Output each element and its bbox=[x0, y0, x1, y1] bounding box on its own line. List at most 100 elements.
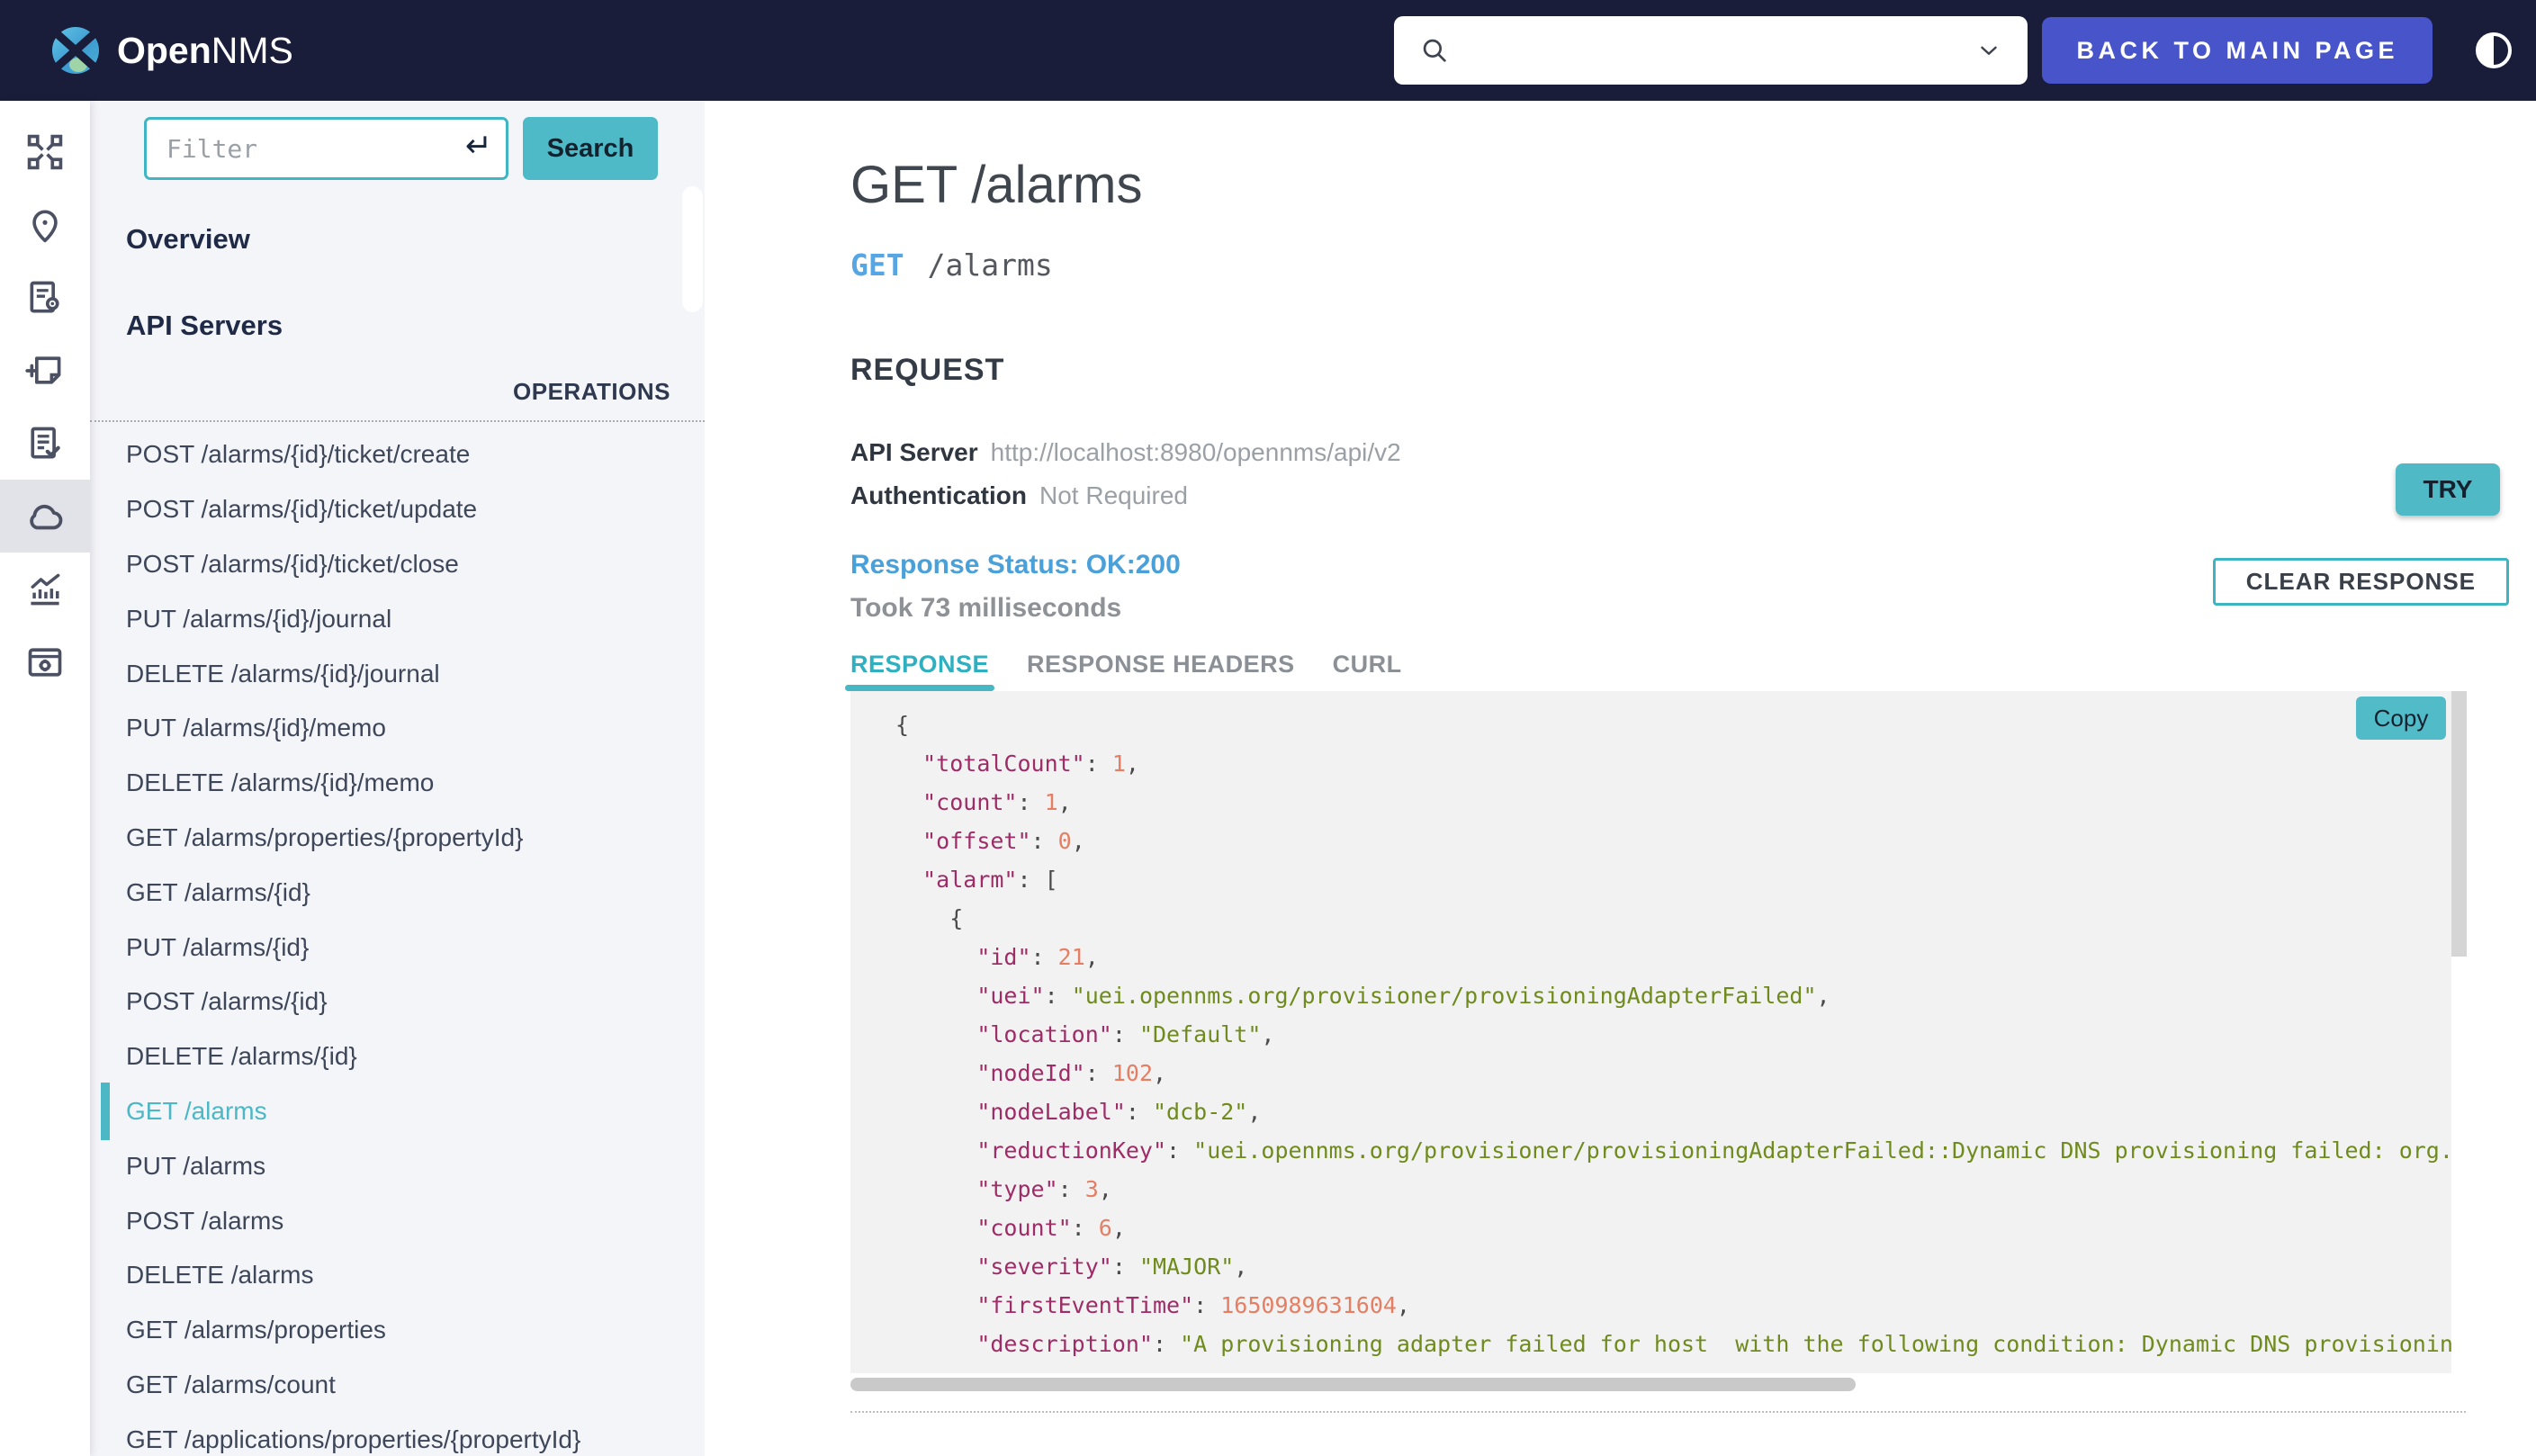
filter-row: ↵ Search bbox=[144, 117, 705, 180]
search-icon bbox=[1419, 35, 1450, 66]
brand-text-nms: NMS bbox=[211, 29, 293, 71]
operation-item[interactable]: POST /alarms/{id}/ticket/update bbox=[90, 482, 705, 537]
api-server-row: API Server http://localhost:8980/opennms/… bbox=[850, 438, 2536, 467]
bottom-divider bbox=[850, 1411, 2466, 1413]
operation-label: POST /alarms/{id}/ticket/create bbox=[126, 440, 471, 469]
operation-label: DELETE /alarms/{id} bbox=[126, 1042, 357, 1071]
code-line: "id": 21, bbox=[976, 944, 1099, 970]
operation-item[interactable]: PUT /alarms/{id}/memo bbox=[90, 701, 705, 756]
sidebar-item-cloud-api[interactable] bbox=[0, 480, 90, 553]
contrast-half-circle-icon bbox=[2474, 31, 2514, 70]
code-vertical-scrollbar[interactable] bbox=[2451, 691, 2467, 1373]
report-config-icon bbox=[25, 278, 65, 318]
search-button[interactable]: Search bbox=[523, 117, 658, 180]
try-button[interactable]: TRY bbox=[2396, 463, 2500, 516]
operation-label: DELETE /alarms bbox=[126, 1261, 314, 1290]
sidebar-item-locations[interactable] bbox=[0, 188, 90, 261]
body-row: ↵ Search Overview API Servers OPERATIONS… bbox=[0, 101, 2536, 1456]
panel-scrollbar-thumb[interactable] bbox=[682, 186, 703, 312]
sidebar-item-report-config[interactable] bbox=[0, 261, 90, 334]
operation-item[interactable]: GET /alarms/properties/{propertyId} bbox=[90, 811, 705, 866]
copy-button[interactable]: Copy bbox=[2356, 697, 2446, 740]
code-line: "type": 3, bbox=[976, 1176, 1112, 1202]
sidebar-item-topology[interactable] bbox=[0, 115, 90, 188]
code-line: "count": 1, bbox=[922, 789, 1072, 815]
response-tab[interactable]: RESPONSE HEADERS bbox=[1027, 651, 1295, 691]
response-tab[interactable]: RESPONSE bbox=[844, 651, 995, 691]
brand-text-open: Open bbox=[117, 29, 211, 71]
operation-label: POST /alarms/{id}/ticket/close bbox=[126, 549, 459, 578]
code-line: "nodeLabel": "dcb-2", bbox=[976, 1099, 1262, 1125]
operations-header[interactable]: OPERATIONS bbox=[90, 378, 705, 422]
opennms-api-docs-app: OpenNMS BACK TO MAIN PAGE Filter ↵ Searc… bbox=[0, 0, 2536, 1456]
back-to-main-page-button[interactable]: BACK TO MAIN PAGE bbox=[2042, 17, 2433, 84]
operation-label: GET /applications/properties/{propertyId… bbox=[126, 1425, 581, 1453]
code-line: "reductionKey": "uei.opennms.org/provisi… bbox=[976, 1137, 2451, 1164]
sidebar-item-analytics[interactable] bbox=[0, 553, 90, 625]
theme-toggle-button[interactable] bbox=[2474, 31, 2514, 70]
operation-item[interactable]: GET /alarms bbox=[90, 1082, 705, 1141]
operation-label: DELETE /alarms/{id}/memo bbox=[126, 768, 435, 797]
operation-item[interactable]: POST /alarms/{id}/ticket/close bbox=[90, 537, 705, 592]
operation-item[interactable]: PUT /alarms/{id}/journal bbox=[90, 591, 705, 646]
endpoint-path: /alarms bbox=[927, 247, 1053, 283]
operation-label: DELETE /alarms/{id}/journal bbox=[126, 659, 440, 688]
response-code: { "totalCount": 1, "count": 1, "offset":… bbox=[850, 691, 2451, 1373]
sidebar-item-app-settings[interactable] bbox=[0, 625, 90, 698]
code-horizontal-scrollbar-thumb[interactable] bbox=[850, 1378, 1856, 1391]
operation-item[interactable]: GET /applications/properties/{propertyId… bbox=[90, 1412, 705, 1456]
code-line: "totalCount": 1, bbox=[922, 750, 1139, 777]
operation-item[interactable]: GET /alarms/{id} bbox=[90, 865, 705, 920]
opennms-logo-icon bbox=[50, 25, 101, 76]
operation-item[interactable]: DELETE /alarms/{id}/memo bbox=[90, 756, 705, 811]
filter-wrap: ↵ bbox=[144, 117, 508, 180]
code-line: "count": 6, bbox=[976, 1215, 1126, 1241]
app-settings-icon bbox=[25, 643, 65, 682]
code-line: { bbox=[895, 905, 964, 931]
operation-item[interactable]: DELETE /alarms bbox=[90, 1248, 705, 1303]
operation-label: GET /alarms/{id} bbox=[126, 877, 310, 906]
code-line: "offset": 0, bbox=[922, 828, 1085, 854]
top-navbar: OpenNMS BACK TO MAIN PAGE bbox=[0, 0, 2536, 101]
response-body-panel: { "totalCount": 1, "count": 1, "offset":… bbox=[850, 691, 2467, 1373]
endpoint-line: GET/alarms bbox=[850, 247, 2536, 283]
code-line: "nodeId": 102, bbox=[976, 1060, 1167, 1086]
clear-response-button[interactable]: CLEAR RESPONSE bbox=[2212, 558, 2509, 606]
operation-item[interactable]: GET /alarms/properties bbox=[90, 1303, 705, 1358]
operation-item[interactable]: DELETE /alarms/{id} bbox=[90, 1029, 705, 1084]
code-horizontal-scrollbar[interactable] bbox=[850, 1378, 2467, 1391]
request-heading: REQUEST bbox=[850, 353, 1005, 387]
global-search-select[interactable] bbox=[1394, 16, 2028, 85]
operation-label: GET /alarms/count bbox=[126, 1370, 336, 1398]
operation-item[interactable]: DELETE /alarms/{id}/journal bbox=[90, 646, 705, 701]
filter-input[interactable] bbox=[144, 117, 508, 180]
sidebar-item-note-add[interactable] bbox=[0, 334, 90, 407]
analytics-icon bbox=[25, 570, 65, 609]
operation-item[interactable]: POST /alarms/{id} bbox=[90, 975, 705, 1029]
brand[interactable]: OpenNMS bbox=[50, 25, 293, 76]
nav-overview[interactable]: Overview bbox=[126, 223, 705, 256]
operation-item[interactable]: PUT /alarms/{id} bbox=[90, 920, 705, 975]
response-tabs: RESPONSE RESPONSE HEADERS CURL bbox=[844, 651, 2536, 691]
code-line: "location": "Default", bbox=[976, 1021, 1275, 1047]
sidebar-item-report-check[interactable] bbox=[0, 407, 90, 480]
chevron-down-icon bbox=[1975, 37, 2002, 64]
operation-label: POST /alarms/{id} bbox=[126, 987, 328, 1016]
main-content: GET /alarms GET/alarms REQUEST API Serve… bbox=[705, 101, 2536, 1456]
operation-item[interactable]: POST /alarms bbox=[90, 1193, 705, 1248]
note-add-icon bbox=[25, 351, 65, 391]
page-title: GET /alarms bbox=[850, 156, 1143, 214]
operation-item[interactable]: PUT /alarms bbox=[90, 1138, 705, 1193]
api-nav-panel: ↵ Search Overview API Servers OPERATIONS… bbox=[90, 101, 705, 1456]
operation-item[interactable]: GET /alarms/count bbox=[90, 1358, 705, 1413]
nav-api-servers[interactable]: API Servers bbox=[126, 310, 705, 342]
code-line: "description": "A provisioning adapter f… bbox=[976, 1331, 2451, 1357]
report-check-icon bbox=[25, 424, 65, 463]
api-server-value: http://localhost:8980/opennms/api/v2 bbox=[990, 438, 1401, 466]
cloud-icon bbox=[24, 496, 66, 537]
code-vertical-scrollbar-thumb[interactable] bbox=[2451, 691, 2467, 957]
response-tab[interactable]: CURL bbox=[1333, 651, 1402, 691]
api-server-label: API Server bbox=[850, 438, 978, 466]
operation-label: POST /alarms bbox=[126, 1206, 284, 1235]
operation-item[interactable]: POST /alarms/{id}/ticket/create bbox=[90, 427, 705, 482]
